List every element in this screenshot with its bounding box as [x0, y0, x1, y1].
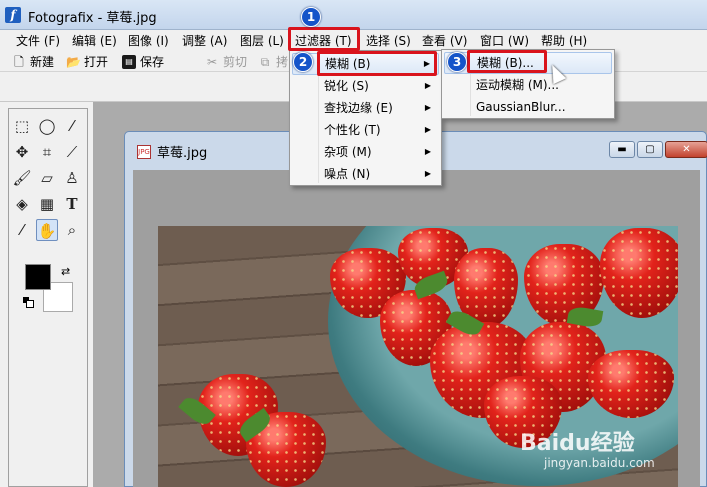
menu-adjust[interactable]: 调整 (A) — [182, 32, 227, 49]
submenu-arrow-icon: ▶ — [424, 169, 431, 178]
swap-colors-icon[interactable]: ⇄ — [61, 265, 70, 278]
blur-submenu-gaussian-blur[interactable]: GaussianBlur... — [444, 96, 612, 118]
crop-icon[interactable]: ⌗ — [36, 141, 58, 163]
open-label: 打开 — [84, 55, 109, 69]
copy-icon: ⧉ — [260, 54, 270, 69]
step-marker-1: 1 — [301, 7, 321, 27]
filter-menu-stylize[interactable]: 个性化 (T) ▶ — [292, 119, 439, 141]
menu-window[interactable]: 窗口 (W) — [480, 32, 529, 49]
menu-help[interactable]: 帮助 (H) — [541, 32, 587, 49]
text-tool-icon[interactable]: T — [61, 193, 83, 215]
open-button[interactable]: 📂 打开 — [66, 53, 108, 70]
copy-button[interactable]: ⧉ 拷 — [258, 53, 288, 70]
scissors-icon: ✂ — [206, 54, 218, 69]
new-button[interactable]: 🗋 新建 — [12, 53, 54, 70]
eyedropper-icon[interactable]: ⁄ — [11, 219, 33, 241]
step-marker-2: 2 — [293, 52, 313, 72]
highlight-box-blur-item — [317, 51, 437, 76]
cut-button[interactable]: ✂ 剪切 — [205, 53, 247, 70]
watermark-url: jingyan.baidu.com — [544, 456, 655, 470]
document-titlebar: JPG 草莓.jpg — [137, 142, 207, 161]
maximize-button[interactable]: ▢ — [637, 141, 663, 158]
minimize-button[interactable]: ▬ — [609, 141, 635, 158]
new-label: 新建 — [30, 55, 55, 69]
new-document-icon: 🗋 — [14, 54, 24, 69]
save-disk-icon: ▤ — [122, 54, 136, 69]
reset-colors-icon[interactable] — [23, 297, 34, 308]
menu-item-label: 查找边缘 (E) — [324, 101, 393, 115]
menu-view[interactable]: 查看 (V) — [422, 32, 467, 49]
submenu-arrow-icon: ▶ — [424, 125, 431, 134]
highlight-box-filter-menu — [288, 27, 360, 51]
save-button[interactable]: ▤ 保存 — [122, 53, 164, 70]
eraser-icon[interactable]: ▱ — [36, 167, 58, 189]
menu-select[interactable]: 选择 (S) — [366, 32, 411, 49]
menu-item-label: 运动模糊 (M)... — [476, 78, 559, 92]
menu-item-label: 锐化 (S) — [324, 79, 369, 93]
menu-image[interactable]: 图像 (I) — [128, 32, 169, 49]
foreground-color-swatch[interactable] — [25, 264, 51, 290]
hand-icon[interactable]: ✋ — [36, 219, 58, 241]
menu-edit[interactable]: 编辑 (E) — [72, 32, 117, 49]
step-marker-3: 3 — [447, 52, 467, 72]
menu-file[interactable]: 文件 (F) — [16, 32, 60, 49]
highlight-box-blur-submenu-item — [467, 50, 547, 73]
save-label: 保存 — [140, 55, 165, 69]
ellipse-select-icon[interactable]: ◯ — [36, 115, 58, 137]
zoom-icon[interactable]: ⌕ — [61, 219, 83, 241]
copy-label: 拷 — [276, 55, 289, 69]
magic-wand-icon[interactable]: ⁄ — [61, 115, 83, 137]
window-title: Fotografix - 草莓.jpg — [28, 11, 157, 26]
menu-layer[interactable]: 图层 (L) — [240, 32, 284, 49]
tools-panel: ⬚ ◯ ⁄ ✥ ⌗ ⟋ 🖌 ▱ ♙ ◈ ▦ T ⁄ ✋ ⌕ ⇄ — [8, 108, 88, 487]
menu-item-label: GaussianBlur... — [476, 100, 566, 114]
app-logo-icon: f — [5, 7, 21, 23]
menu-item-label: 杂项 (M) — [324, 145, 372, 159]
gradient-icon[interactable]: ▦ — [36, 193, 58, 215]
watermark-brand: Baidu经验 — [520, 431, 635, 456]
menu-item-label: 噪点 (N) — [324, 167, 371, 181]
filter-menu-misc[interactable]: 杂项 (M) ▶ — [292, 141, 439, 163]
fill-bucket-icon[interactable]: ◈ — [11, 193, 33, 215]
brush-icon[interactable]: 🖌 — [11, 167, 33, 189]
document-title: 草莓.jpg — [157, 146, 208, 161]
open-folder-icon: 📂 — [66, 54, 81, 69]
menu-item-label: 个性化 (T) — [324, 123, 381, 137]
jpg-file-icon: JPG — [137, 144, 151, 159]
title-bar: f Fotografix - 草莓.jpg — [0, 0, 707, 30]
close-button[interactable]: ✕ — [665, 141, 707, 158]
cut-label: 剪切 — [223, 55, 248, 69]
submenu-arrow-icon: ▶ — [424, 103, 431, 112]
rect-select-icon[interactable]: ⬚ — [11, 115, 33, 137]
measure-icon[interactable]: ⟋ — [61, 141, 83, 163]
filter-menu-sharpen[interactable]: 锐化 (S) ▶ — [292, 75, 439, 97]
submenu-arrow-icon: ▶ — [424, 147, 431, 156]
submenu-arrow-icon: ▶ — [424, 81, 431, 90]
filter-menu-noise[interactable]: 噪点 (N) ▶ — [292, 163, 439, 185]
move-icon[interactable]: ✥ — [11, 141, 33, 163]
filter-menu-find-edges[interactable]: 查找边缘 (E) ▶ — [292, 97, 439, 119]
stamp-icon[interactable]: ♙ — [61, 167, 83, 189]
blur-submenu-motion-blur[interactable]: 运动模糊 (M)... — [444, 74, 612, 96]
